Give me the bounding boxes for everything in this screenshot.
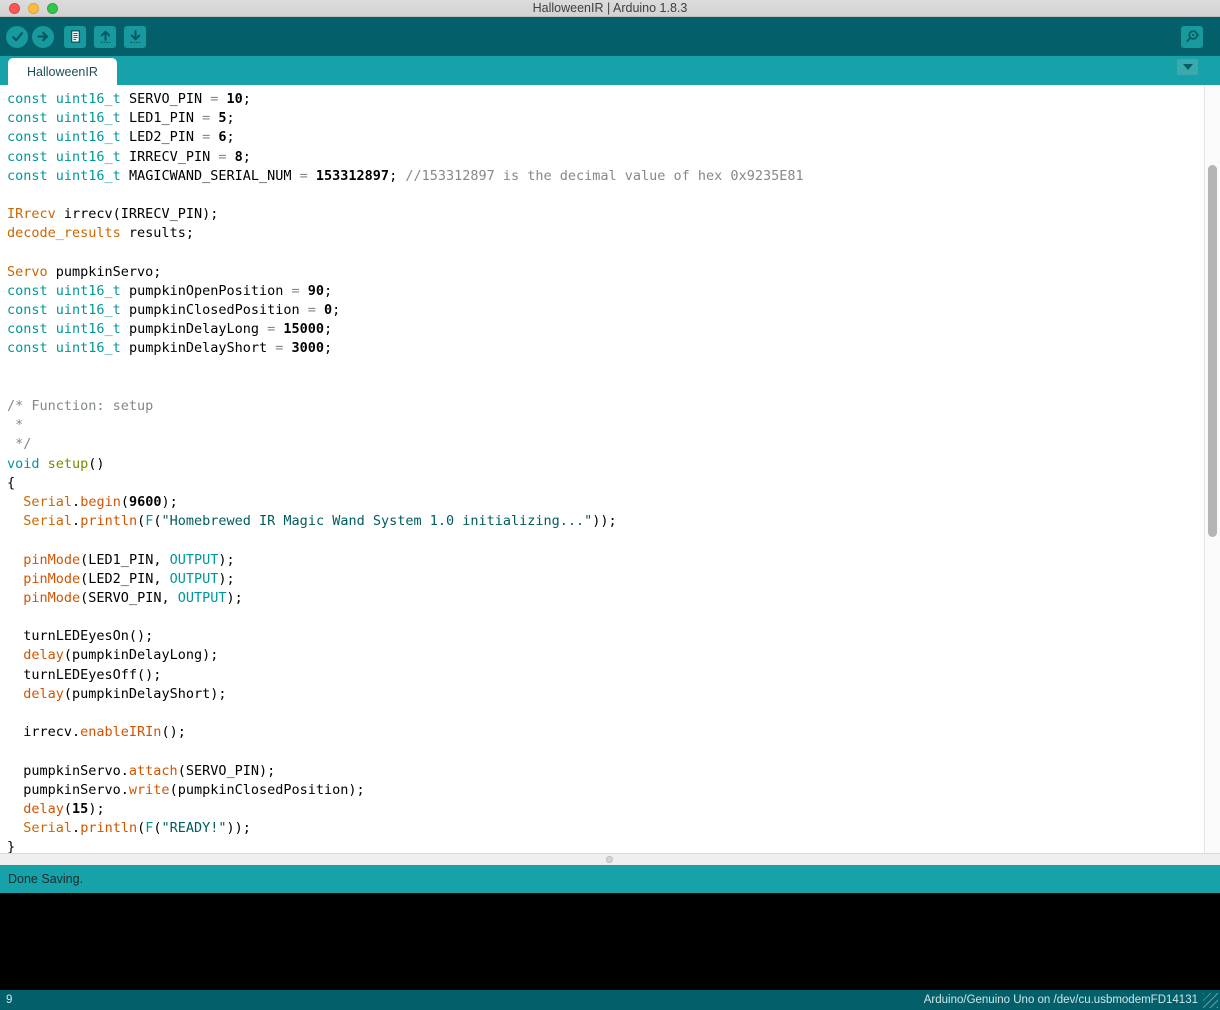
- code-line: const uint16_t SERVO_PIN = 10;: [7, 90, 1200, 109]
- code-line: }: [7, 838, 1200, 853]
- check-icon: [10, 29, 25, 44]
- code-line: const uint16_t pumpkinDelayLong = 15000;: [7, 320, 1200, 339]
- code-line: /* Function: setup: [7, 397, 1200, 416]
- code-line: pumpkinServo.write(pumpkinClosedPosition…: [7, 781, 1200, 800]
- code-line: [7, 742, 1200, 761]
- code-line: void setup(): [7, 455, 1200, 474]
- arrow-up-icon: [98, 29, 113, 44]
- footer-bar: 9 Arduino/Genuino Uno on /dev/cu.usbmode…: [0, 990, 1220, 1010]
- code-line: *: [7, 416, 1200, 435]
- code-line: const uint16_t pumpkinOpenPosition = 90;: [7, 282, 1200, 301]
- window-title: HalloweenIR | Arduino 1.8.3: [0, 0, 1220, 16]
- zoom-button[interactable]: [47, 3, 58, 14]
- code-line: const uint16_t LED2_PIN = 6;: [7, 128, 1200, 147]
- verify-button[interactable]: [6, 26, 28, 48]
- code-line: [7, 378, 1200, 397]
- pane-divider[interactable]: [0, 853, 1220, 865]
- code-line: [7, 359, 1200, 378]
- code-line: [7, 186, 1200, 205]
- code-line: [7, 531, 1200, 550]
- code-line: pinMode(LED1_PIN, OUTPUT);: [7, 551, 1200, 570]
- tab-menu-button[interactable]: [1177, 59, 1198, 75]
- upload-button[interactable]: [32, 26, 54, 48]
- arrow-right-icon: [36, 29, 51, 44]
- new-sketch-button[interactable]: [64, 26, 86, 48]
- code-line: const uint16_t IRRECV_PIN = 8;: [7, 148, 1200, 167]
- minimize-button[interactable]: [28, 3, 39, 14]
- code-line: decode_results results;: [7, 224, 1200, 243]
- code-line: delay(pumpkinDelayShort);: [7, 685, 1200, 704]
- arduino-ide-window: HalloweenIR | Arduino 1.8.3: [0, 0, 1220, 1010]
- tab-label: HalloweenIR: [27, 65, 98, 79]
- code-line: Serial.println(F("Homebrewed IR Magic Wa…: [7, 512, 1200, 531]
- traffic-lights: [9, 3, 58, 14]
- code-line: IRrecv irrecv(IRRECV_PIN);: [7, 205, 1200, 224]
- title-bar: HalloweenIR | Arduino 1.8.3: [0, 0, 1220, 17]
- toolbar: [0, 17, 1220, 56]
- code-line: const uint16_t LED1_PIN = 5;: [7, 109, 1200, 128]
- code-line: turnLEDEyesOff();: [7, 666, 1200, 685]
- code-line: Serial.println(F("READY!"));: [7, 819, 1200, 838]
- line-number: 9: [0, 994, 12, 1006]
- code-line: [7, 244, 1200, 263]
- tab-halloweenir[interactable]: HalloweenIR: [8, 58, 117, 85]
- code-line: pinMode(LED2_PIN, OUTPUT);: [7, 570, 1200, 589]
- code-line: delay(15);: [7, 800, 1200, 819]
- status-bar: Done Saving.: [0, 865, 1220, 893]
- scrollbar-thumb[interactable]: [1208, 165, 1217, 537]
- code-line: irrecv.enableIRIn();: [7, 723, 1200, 742]
- serial-monitor-button[interactable]: [1181, 26, 1203, 48]
- arrow-down-icon: [128, 29, 143, 44]
- code-editor[interactable]: const uint16_t SERVO_PIN = 10;const uint…: [0, 85, 1220, 853]
- code-line: delay(pumpkinDelayLong);: [7, 646, 1200, 665]
- chevron-down-icon: [1183, 64, 1193, 70]
- open-button[interactable]: [94, 26, 116, 48]
- resize-grip[interactable]: [1203, 993, 1218, 1008]
- vertical-scrollbar[interactable]: [1204, 85, 1220, 853]
- save-button[interactable]: [124, 26, 146, 48]
- code-line: const uint16_t MAGICWAND_SERIAL_NUM = 15…: [7, 167, 1200, 186]
- code-line: pumpkinServo.attach(SERVO_PIN);: [7, 762, 1200, 781]
- code-line: {: [7, 474, 1200, 493]
- code-line: turnLEDEyesOn();: [7, 627, 1200, 646]
- tab-bar: HalloweenIR: [0, 56, 1220, 85]
- console-output: [0, 893, 1220, 990]
- code-line: Servo pumpkinServo;: [7, 263, 1200, 282]
- magnifier-icon: [1185, 29, 1200, 44]
- code-line: const uint16_t pumpkinDelayShort = 3000;: [7, 339, 1200, 358]
- code-line: */: [7, 435, 1200, 454]
- code-line: pinMode(SERVO_PIN, OUTPUT);: [7, 589, 1200, 608]
- code-line: Serial.begin(9600);: [7, 493, 1200, 512]
- status-message: Done Saving.: [8, 872, 83, 886]
- code-line: [7, 704, 1200, 723]
- document-icon: [68, 29, 83, 44]
- close-button[interactable]: [9, 3, 20, 14]
- board-info: Arduino/Genuino Uno on /dev/cu.usbmodemF…: [924, 994, 1198, 1006]
- divider-handle-icon: [606, 856, 613, 863]
- code-area[interactable]: const uint16_t SERVO_PIN = 10;const uint…: [0, 85, 1220, 853]
- code-line: const uint16_t pumpkinClosedPosition = 0…: [7, 301, 1200, 320]
- code-line: [7, 608, 1200, 627]
